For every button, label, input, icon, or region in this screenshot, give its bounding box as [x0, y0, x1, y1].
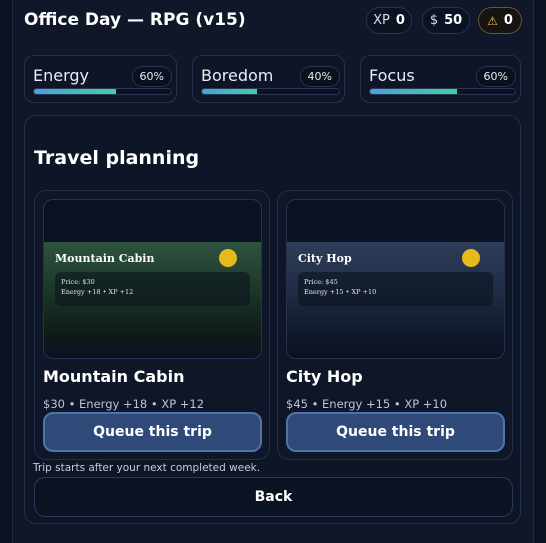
- scene-price: Price: $30: [61, 278, 95, 286]
- stat-percent: 60%: [131, 66, 172, 87]
- scene-effects: Energy +15 • XP +10: [304, 288, 377, 296]
- stat-bar: [33, 88, 172, 95]
- trip-scene: City Hop Price: $45 Energy +15 • XP +10: [287, 242, 504, 358]
- stat-energy: Energy 60%: [24, 55, 177, 103]
- warning-counter: ⚠ 0: [478, 7, 522, 34]
- scene-title: City Hop: [298, 252, 352, 265]
- stat-bar-fill: [202, 89, 257, 94]
- warning-value: 0: [503, 13, 513, 28]
- queue-trip-button[interactable]: Queue this trip: [286, 412, 505, 452]
- stat-percent: 60%: [475, 66, 516, 87]
- stat-percent: 40%: [299, 66, 340, 87]
- xp-value: 0: [395, 13, 405, 28]
- stat-bar: [369, 88, 516, 95]
- stat-bar-fill: [370, 89, 457, 94]
- trip-preview: City Hop Price: $45 Energy +15 • XP +10: [286, 199, 505, 359]
- travel-panel: Travel planning Mountain Cabin Price: $3…: [24, 115, 521, 524]
- trip-preview: Mountain Cabin Price: $30 Energy +18 • X…: [43, 199, 262, 359]
- scene-effects: Energy +18 • XP +12: [61, 288, 134, 296]
- money-counter: $ 50: [422, 7, 470, 34]
- money-value: 50: [444, 13, 463, 28]
- stat-focus: Focus 60%: [360, 55, 521, 103]
- stat-boredom: Boredom 40%: [192, 55, 345, 103]
- stat-label: Boredom: [201, 66, 274, 85]
- trip-meta: $45 • Energy +15 • XP +10: [286, 397, 448, 411]
- xp-label: XP: [373, 13, 390, 28]
- sun-icon: [219, 249, 237, 267]
- game-window: Office Day — RPG (v15) XP 0 $ 50 ⚠ 0 Ene…: [12, 0, 534, 543]
- scene-title: Mountain Cabin: [55, 252, 155, 265]
- trip-name: Mountain Cabin: [43, 367, 185, 386]
- panel-title: Travel planning: [34, 147, 200, 169]
- stat-label: Energy: [33, 66, 90, 85]
- stat-bar: [201, 88, 340, 95]
- money-label: $: [429, 13, 439, 28]
- trip-name: City Hop: [286, 367, 363, 386]
- back-button[interactable]: Back: [34, 477, 513, 517]
- queue-trip-button[interactable]: Queue this trip: [43, 412, 262, 452]
- stat-label: Focus: [369, 66, 415, 85]
- trip-card-mountain-cabin: Mountain Cabin Price: $30 Energy +18 • X…: [34, 190, 270, 460]
- trip-card-city-hop: City Hop Price: $45 Energy +15 • XP +10 …: [277, 190, 513, 460]
- scene-info-box: Price: $30 Energy +18 • XP +12: [55, 272, 250, 306]
- stat-bar-fill: [34, 89, 117, 94]
- game-title: Office Day — RPG (v15): [24, 10, 246, 30]
- sun-icon: [462, 249, 480, 267]
- scene-info-box: Price: $45 Energy +15 • XP +10: [298, 272, 493, 306]
- trip-meta: $30 • Energy +18 • XP +12: [43, 397, 205, 411]
- trip-scene: Mountain Cabin Price: $30 Energy +18 • X…: [44, 242, 261, 358]
- trip-start-note: Trip starts after your next completed we…: [33, 462, 261, 474]
- warning-icon: ⚠: [487, 13, 498, 28]
- xp-counter: XP 0: [366, 7, 412, 34]
- scene-price: Price: $45: [304, 278, 338, 286]
